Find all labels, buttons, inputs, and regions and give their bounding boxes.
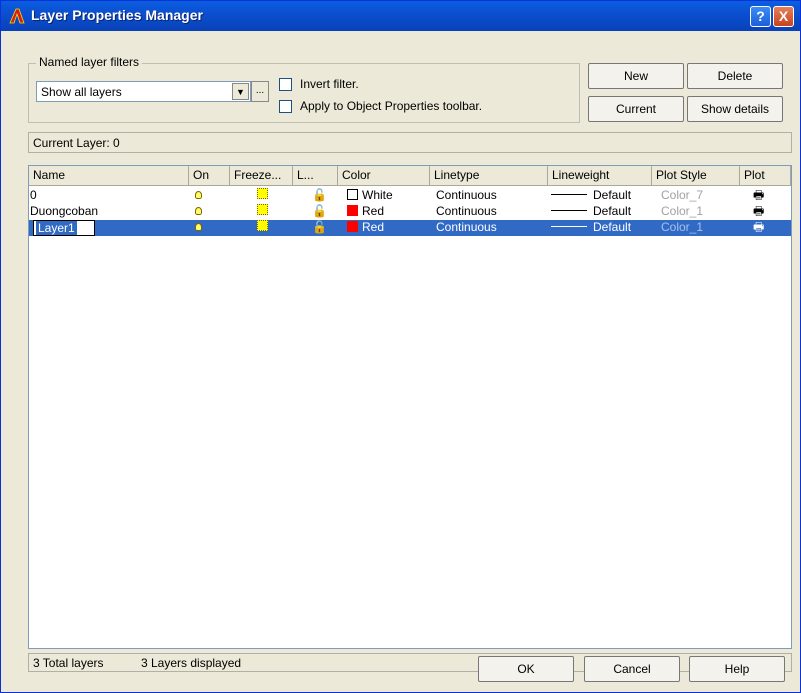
- layer-name: 0: [30, 188, 37, 202]
- lineweight-sample: [551, 226, 587, 227]
- delete-layer-button[interactable]: Delete: [687, 63, 783, 89]
- column-header-plot[interactable]: Plot: [740, 166, 791, 186]
- column-header-linetype[interactable]: Linetype: [430, 166, 548, 186]
- layer-plot-style: Color_1: [661, 204, 704, 218]
- column-header-lineweight[interactable]: Lineweight: [548, 166, 652, 186]
- invert-filter-checkbox[interactable]: [279, 78, 292, 91]
- chevron-down-icon[interactable]: ▼: [232, 83, 249, 100]
- show-details-button[interactable]: Show details: [687, 96, 783, 122]
- layer-lineweight[interactable]: Default: [551, 204, 631, 220]
- layer-color[interactable]: White: [347, 188, 393, 204]
- current-layer-panel: Current Layer: 0: [28, 132, 792, 153]
- apply-toolbar-checkbox[interactable]: [279, 100, 292, 113]
- lightbulb-icon[interactable]: [195, 204, 202, 220]
- layer-linetype[interactable]: Continuous: [436, 188, 497, 204]
- unlocked-padlock-icon[interactable]: 🔓: [312, 188, 327, 204]
- set-current-button[interactable]: Current: [588, 96, 684, 122]
- displayed-layers-count: 3 Layers displayed: [141, 656, 242, 670]
- layer-color-name: White: [362, 188, 393, 202]
- window-title: Layer Properties Manager: [31, 7, 203, 23]
- title-close-button[interactable]: X: [773, 6, 794, 27]
- column-header-color[interactable]: Color: [338, 166, 430, 186]
- layer-color-name: Red: [362, 220, 385, 234]
- column-header-freeze[interactable]: Freeze...: [230, 166, 293, 186]
- invert-filter-label: Invert filter.: [300, 77, 359, 91]
- layer-color[interactable]: Red: [347, 204, 384, 220]
- autocad-app-icon: [9, 8, 25, 24]
- layer-name: Layer1: [36, 221, 77, 235]
- layer-row[interactable]: Duongcoban 🔓 Red Continuous Default Colo…: [29, 204, 791, 220]
- filter-browse-button[interactable]: ...: [251, 81, 269, 102]
- layer-lineweight-value: Default: [593, 220, 632, 234]
- named-filters-legend: Named layer filters: [36, 55, 143, 69]
- column-header-plot-style[interactable]: Plot Style: [652, 166, 740, 186]
- filter-dropdown[interactable]: Show all layers ▼: [36, 81, 251, 102]
- layer-list[interactable]: Name On Freeze... L... Color Linetype Li…: [28, 165, 792, 649]
- column-header-on[interactable]: On: [189, 166, 230, 186]
- column-header-name[interactable]: Name: [29, 166, 189, 186]
- help-button[interactable]: Help: [689, 656, 785, 682]
- printer-icon[interactable]: 🖶: [753, 220, 764, 236]
- layer-lineweight[interactable]: Default: [551, 188, 631, 204]
- layer-row[interactable]: 0 🔓 White Continuous Default Color_7 🖶: [29, 188, 791, 204]
- layer-properties-dialog: Layer Properties Manager ? X Named layer…: [0, 0, 801, 693]
- sun-icon[interactable]: [257, 220, 268, 236]
- title-help-button[interactable]: ?: [750, 6, 771, 27]
- printer-icon[interactable]: 🖶: [753, 188, 764, 204]
- column-header-lock[interactable]: L...: [293, 166, 338, 186]
- cancel-button[interactable]: Cancel: [584, 656, 680, 682]
- printer-icon[interactable]: 🖶: [753, 204, 764, 220]
- layer-lineweight-value: Default: [593, 204, 632, 218]
- total-layers-count: 3 Total layers: [33, 656, 104, 670]
- sun-icon[interactable]: [257, 204, 268, 220]
- layer-linetype[interactable]: Continuous: [436, 204, 497, 220]
- lightbulb-icon[interactable]: [195, 188, 202, 204]
- lineweight-sample: [551, 194, 587, 195]
- layer-row-selected[interactable]: Layer1 🔓 Red Continuous Default Color_1 …: [29, 220, 791, 236]
- layer-plot-style: Color_7: [661, 188, 704, 202]
- color-swatch: [347, 205, 358, 216]
- lightbulb-icon[interactable]: [195, 220, 202, 236]
- ok-button[interactable]: OK: [478, 656, 574, 682]
- layer-color[interactable]: Red: [347, 220, 384, 236]
- layer-plot-style: Color_1: [661, 220, 704, 234]
- unlocked-padlock-icon[interactable]: 🔓: [312, 220, 327, 236]
- filter-dropdown-value: Show all layers: [41, 85, 122, 99]
- layer-name-edit-field[interactable]: Layer1: [33, 220, 95, 236]
- unlocked-padlock-icon[interactable]: 🔓: [312, 204, 327, 220]
- layer-color-name: Red: [362, 204, 385, 218]
- apply-toolbar-label: Apply to Object Properties toolbar.: [300, 99, 483, 113]
- lineweight-sample: [551, 210, 587, 211]
- color-swatch: [347, 189, 358, 200]
- layer-lineweight[interactable]: Default: [551, 220, 631, 236]
- new-layer-button[interactable]: New: [588, 63, 684, 89]
- layer-lineweight-value: Default: [593, 188, 632, 202]
- layer-name: Duongcoban: [30, 204, 99, 218]
- sun-icon[interactable]: [257, 188, 268, 204]
- layer-linetype[interactable]: Continuous: [436, 220, 497, 236]
- title-bar[interactable]: Layer Properties Manager ? X: [1, 1, 800, 31]
- color-swatch: [347, 221, 358, 232]
- current-layer-text: Current Layer: 0: [33, 136, 120, 150]
